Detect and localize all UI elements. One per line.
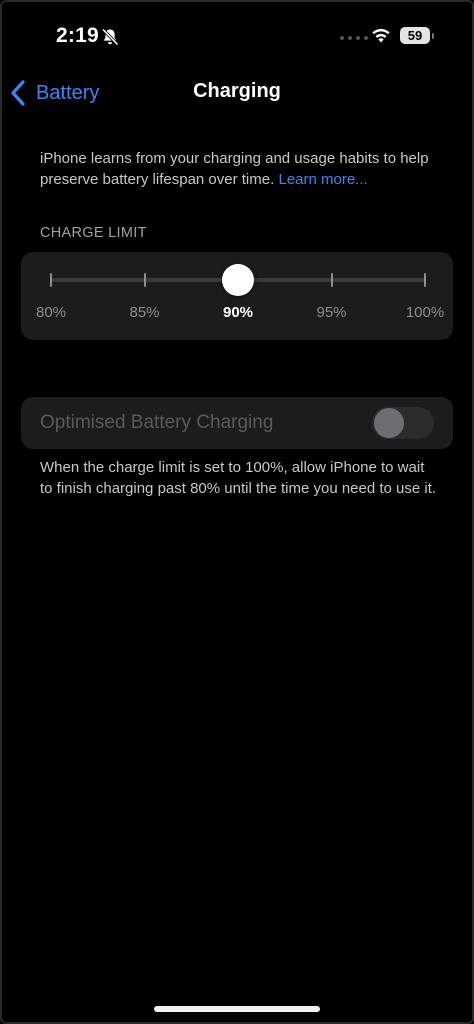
slider-tick-label[interactable]: 95% [302, 304, 362, 321]
cellular-signal-icon [340, 36, 368, 40]
status-time: 2:19 [56, 24, 99, 47]
status-bar: 2:19 59 [0, 22, 474, 54]
learn-more-link[interactable]: Learn more... [278, 171, 367, 188]
slider-tick [330, 273, 333, 287]
battery-cap [432, 33, 434, 39]
intro-description: iPhone learns from your charging and usa… [40, 148, 440, 190]
slider-tick [143, 273, 146, 287]
charge-limit-header: CHARGE LIMIT [40, 225, 147, 241]
wifi-icon [372, 28, 390, 43]
slider-thumb[interactable] [222, 264, 254, 296]
optimised-charging-label: Optimised Battery Charging [40, 412, 274, 433]
optimised-charging-toggle[interactable] [372, 407, 434, 439]
battery-icon: 59 [400, 27, 430, 44]
slider-tick-label[interactable]: 85% [115, 304, 175, 321]
optimised-charging-row: Optimised Battery Charging [21, 397, 453, 449]
slider-tick-label[interactable]: 80% [21, 304, 81, 321]
page-title: Charging [193, 80, 281, 102]
slider-tick [424, 273, 426, 287]
bell-slash-icon [101, 28, 119, 46]
home-indicator[interactable] [154, 1006, 320, 1012]
toggle-knob [374, 408, 404, 438]
slider-tick [50, 273, 52, 287]
slider-tick-label[interactable]: 90% [208, 304, 268, 321]
optimised-charging-note: When the charge limit is set to 100%, al… [40, 459, 437, 497]
charge-limit-card: 80% 85% 90% 95% 100% [21, 252, 453, 340]
slider-tick-label[interactable]: 100% [395, 304, 455, 321]
intro-text: iPhone learns from your charging and usa… [40, 150, 429, 188]
charge-limit-slider[interactable] [50, 264, 426, 296]
